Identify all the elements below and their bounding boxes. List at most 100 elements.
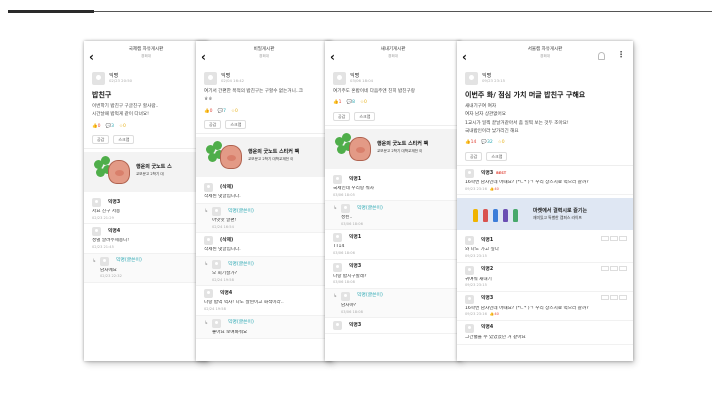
ad-banner[interactable]: 행운의 굿노트 스 교보문고 2학기 대: [84, 152, 208, 193]
ad-banner[interactable]: 행운의 굿노트 스티커 팩 교보문고 2학기 대학교재전 이: [325, 129, 461, 170]
comment-author: 익명3: [349, 264, 362, 270]
ad-subtitle: 교보문고 2학기 대학교재전 이: [248, 157, 294, 162]
comment-author: 익명2: [481, 267, 494, 272]
avatar: [465, 265, 474, 275]
scrap-button[interactable]: 스크랩: [225, 120, 247, 130]
comment-item: 익명2 귀여워 새내기 09/23 23:15: [457, 263, 633, 292]
avatar: [333, 72, 346, 85]
ad-banner[interactable]: 행운의 굿노트 스티커 팩 교보문고 2학기 대학교재전 이: [196, 137, 332, 178]
more-icon[interactable]: [619, 236, 627, 242]
scrap-button[interactable]: 스크랩: [113, 135, 135, 145]
post-body-line: 여기서 간편한 목적의 밥친구는 구할수 없는거니..크: [204, 89, 303, 94]
comment-author: 익명3: [108, 199, 121, 205]
comment-tools: [601, 236, 627, 242]
comment-author: 익명4: [220, 290, 233, 296]
slide-rule-thick: [8, 10, 94, 13]
more-options-icon[interactable]: ⋮: [617, 51, 625, 60]
bell-icon[interactable]: [598, 52, 605, 60]
post-stats: 👍14 💬32 ☆0: [457, 136, 633, 150]
post-body-line: 여기주도 혼밥이네 다음주엔 친히 밥친구랑: [333, 89, 415, 94]
comment-author: 익명4: [108, 228, 121, 234]
like-icon[interactable]: [610, 236, 618, 242]
comment-author: 익명(글쓴이): [116, 258, 142, 264]
comment-date: 09/23 23:16 👍40: [465, 186, 499, 191]
comment-text: 그간혈을 수 있었었던 거 같아요: [465, 334, 526, 340]
app-header: ‹ 국제캠 자유게시판 경희대: [84, 41, 208, 69]
scrap-button[interactable]: 스크랩: [354, 112, 376, 122]
comment-item: 익명3 저요 친구 저용 02/23 21:29: [84, 195, 208, 225]
ad-title: 행운의 굿노트 스: [136, 164, 172, 171]
comment-item: (삭제) 삭제된 댓글입니다.: [196, 233, 332, 258]
comment-text: 16학번 남자인데 어때요? (*ㄴ* )ㄱ 우리 상스치료 먹으러 갈까?: [465, 180, 589, 186]
comment-text: 16학번 남자인데 어때요? (*ㄴ* )ㄱ 우리 상스치료 먹으러 갈까?: [465, 305, 589, 311]
reply-item: ↳ 익명(글쓴이) 아앗앗 알편! 02/24 16:54: [196, 204, 332, 234]
like-count: 👍0: [204, 108, 213, 114]
phone-screenshot-2: ‹ 비밀게시판 경희대 익명 02/04 16:42 여기서 간편한 목적의 밥…: [196, 41, 332, 361]
slide-rule-thin: [94, 11, 712, 12]
more-icon[interactable]: [619, 294, 627, 300]
post-author: 익명 03/06 18:04: [325, 69, 461, 88]
comment-author: 익명(글쓴이): [357, 205, 383, 211]
board-title: 새내기게시판: [380, 47, 406, 52]
comment-date: 02/24 16:54: [212, 224, 234, 229]
comment-item-best: 익명3 BEST 16학번 남자인데 어때요? (*ㄴ* )ㄱ 우리 상스치료 먹…: [457, 166, 633, 196]
comment-text: 귀여워 새내기: [465, 276, 492, 282]
post-body-line: 1교시가 일찍 끝날거같아서 좀 일찍 보는 것두 조아요!: [465, 120, 569, 126]
comment-author: 익명4: [481, 325, 494, 331]
board-subtitle: 경희대: [259, 54, 269, 58]
comment-date: 02/23 21:29: [92, 215, 114, 220]
comment-author: 익명(글쓴이): [228, 208, 254, 214]
post-body-line: 새내기구여 여자: [465, 103, 497, 109]
comment-text: 삭제된 댓글입니다.: [204, 247, 241, 253]
comment-item: 익명3 16학번 남자인데 어때요? (*ㄴ* )ㄱ 우리 상스치료 먹으러 갈…: [457, 292, 633, 321]
comment-item: 익명4 성별 알려주세용니! 02/23 21:45: [84, 224, 208, 254]
like-icon[interactable]: [610, 265, 618, 271]
like-icon[interactable]: [610, 294, 618, 300]
like-button[interactable]: 공감: [333, 112, 351, 122]
board-title: 국제캠 자유게시판: [128, 47, 164, 52]
comment-tools: [601, 265, 627, 271]
comment-text: 오 회기살가?: [212, 271, 238, 277]
comment-author: 익명(글쓴이): [228, 261, 254, 267]
header-actions: ⋮: [598, 51, 625, 60]
like-button[interactable]: 공감: [465, 152, 483, 162]
comment-like-count: 👍40: [489, 186, 499, 191]
scrap-count: ☆0: [359, 100, 367, 106]
app-header: ‹ 새내기게시판 경희대: [325, 41, 461, 69]
avatar: [212, 207, 221, 217]
comment-date: 03/06 18:05: [333, 192, 355, 197]
reply-item: ↳ 익명(글쓴이) 좋아요 보여봐줘요: [196, 315, 332, 340]
post-stats: 👍0 💬7 ☆0: [196, 105, 332, 119]
comment-item: 익명3: [325, 318, 461, 335]
reply-item: ↳ 익명(글쓴이) 남자야? 03/06 18:08: [325, 288, 461, 319]
like-button[interactable]: 공감: [204, 120, 222, 130]
reply-arrow-icon: ↳: [204, 261, 209, 268]
comment-count: 💬7: [217, 108, 226, 114]
post-actions: 공감 스크랩: [325, 110, 461, 127]
more-icon[interactable]: [619, 265, 627, 271]
comment-item: 익명1 국제인데 우리랑 뭐자 03/06 18:05: [325, 172, 461, 202]
scrap-button[interactable]: 스크랩: [486, 152, 508, 162]
board-subtitle: 경희대: [141, 54, 151, 58]
character-icon: [483, 209, 488, 223]
scrap-count: ☆0: [118, 123, 126, 129]
character-icon: [513, 209, 518, 223]
post-body-line: 이번학기 밥친구 구글친구 할사람..: [92, 103, 159, 109]
post-body-line: 국내밥인이라 낯가리긴 해요: [465, 129, 519, 135]
avatar: [204, 72, 217, 85]
like-count: 👍14: [465, 140, 477, 146]
scrap-count: ☆0: [497, 140, 505, 146]
best-badge: BEST: [496, 171, 507, 176]
like-button[interactable]: 공감: [92, 135, 110, 145]
post-stats: 👍1 💬8 ☆0: [325, 96, 461, 110]
comment-date: 09/23 23:15: [465, 254, 487, 259]
comment-text: TT14: [333, 244, 345, 250]
avatar: [333, 233, 342, 243]
comment-item: (삭제) 삭제된 댓글입니다.: [196, 180, 332, 205]
avatar: [204, 236, 213, 246]
reply-icon[interactable]: [601, 236, 609, 242]
ad-banner[interactable]: 마켓에서 결력시로 즐기는 재미있고 특별한 캠퍼스 라이프: [457, 198, 633, 231]
reply-icon[interactable]: [601, 294, 609, 300]
reply-icon[interactable]: [601, 265, 609, 271]
post-date: 02/04 16:42: [221, 78, 245, 84]
